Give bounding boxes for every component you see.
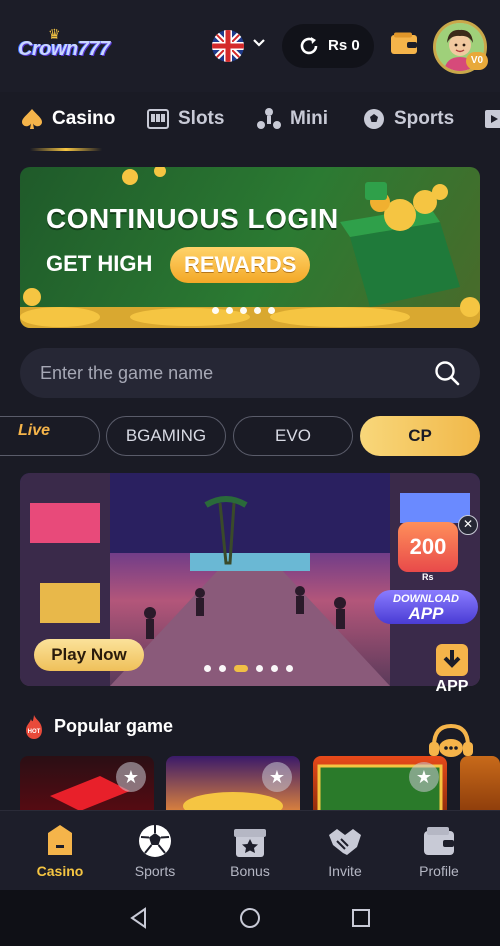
carousel-dot[interactable] — [240, 307, 247, 314]
download-app-label-bottom: APP — [408, 604, 444, 623]
play-icon — [485, 110, 500, 128]
balance-amount: Rs 0 — [328, 37, 360, 54]
download-bonus-amount: 200 — [409, 534, 447, 559]
category-tabs: Casino Slots Mini Sports — [0, 92, 500, 156]
tab-slots-label: Slots — [178, 108, 225, 129]
wallet-icon — [424, 827, 454, 855]
tab-sports[interactable]: Sports — [362, 106, 454, 132]
back-icon[interactable] — [128, 907, 150, 929]
app-label: APP — [435, 678, 469, 695]
nav-invite[interactable]: Invite — [295, 811, 395, 891]
nav-bonus[interactable]: Bonus — [200, 811, 300, 891]
app-download-button[interactable]: APP — [430, 642, 474, 696]
carousel-dot[interactable] — [256, 665, 263, 672]
carousel-dot-active[interactable] — [234, 665, 248, 672]
popular-games-title: Popular game — [54, 716, 174, 736]
provider-chip-evo[interactable]: EVO — [233, 416, 353, 456]
nav-profile[interactable]: Profile — [389, 811, 489, 891]
nav-casino-label: Casino — [36, 863, 84, 879]
vip-badge: V0 — [466, 52, 488, 70]
hot-label: HOT — [28, 729, 41, 735]
search-icon[interactable] — [434, 360, 460, 386]
nav-casino[interactable]: Casino — [10, 811, 110, 891]
carousel-dot[interactable] — [286, 665, 293, 672]
tab-slots[interactable]: Slots — [146, 106, 224, 132]
tab-mini-label: Mini — [290, 108, 328, 129]
carousel-dot[interactable] — [254, 307, 261, 314]
chevron-down-icon[interactable] — [252, 36, 266, 53]
favorite-star-icon[interactable]: ★ — [116, 762, 146, 792]
carousel-dot[interactable] — [212, 307, 219, 314]
promo-carousel-dots[interactable] — [204, 665, 293, 672]
provider-chip-cp[interactable]: CP — [360, 416, 480, 456]
logo-text: Crown777 — [18, 38, 110, 60]
tab-more[interactable] — [484, 106, 500, 132]
slot-machine-icon — [147, 109, 169, 129]
balance-pill[interactable]: Rs 0 — [282, 24, 374, 68]
tab-mini[interactable]: Mini — [256, 106, 328, 132]
banner-carousel-dots[interactable] — [212, 307, 275, 314]
tab-sports-label: Sports — [394, 108, 455, 129]
bottom-navigation: Casino Sports Bonus Invite Profile — [0, 810, 500, 890]
download-bonus-currency: Rs — [422, 572, 434, 582]
banner-title: CONTINUOUS LOGIN — [46, 203, 339, 234]
game-card[interactable]: ★ — [313, 756, 447, 816]
close-icon[interactable]: ✕ — [458, 515, 478, 535]
refresh-icon[interactable] — [298, 35, 320, 63]
mini-games-icon — [257, 108, 281, 129]
play-now-button[interactable]: Play Now — [34, 639, 144, 671]
favorite-star-icon[interactable]: ★ — [262, 762, 292, 792]
login-rewards-banner[interactable]: CONTINUOUS LOGIN GET HIGH REWARDS — [20, 167, 480, 328]
download-bonus-badge[interactable]: 200 — [398, 522, 458, 572]
tab-casino[interactable]: Casino — [20, 106, 115, 132]
nav-invite-label: Invite — [328, 863, 362, 879]
spade-icon — [22, 109, 42, 129]
download-icon — [436, 644, 468, 676]
banner-subtitle: GET HIGH — [46, 251, 153, 276]
search-bar — [20, 348, 480, 398]
carousel-dot[interactable] — [271, 665, 278, 672]
gift-icon — [234, 829, 266, 857]
game-card[interactable]: ★ — [166, 756, 300, 816]
flame-icon: HOT — [26, 715, 42, 739]
nav-sports-label: Sports — [134, 863, 176, 879]
carousel-dot[interactable] — [204, 665, 211, 672]
game-card[interactable]: ★ — [20, 756, 154, 816]
carousel-dot[interactable] — [219, 665, 226, 672]
download-app-button[interactable]: DOWNLOAD APP — [374, 590, 478, 624]
carousel-dot[interactable] — [226, 307, 233, 314]
provider-filter: Live BGAMING EVO CP — [0, 416, 500, 458]
home-icon[interactable] — [239, 907, 261, 929]
tab-casino-label: Casino — [52, 108, 116, 129]
logo[interactable]: ♛ Crown777 — [18, 26, 118, 66]
provider-chip-hidden[interactable] — [0, 416, 100, 456]
casino-icon — [48, 825, 72, 855]
soccer-ball-icon — [139, 825, 171, 857]
favorite-star-icon[interactable]: ★ — [409, 762, 439, 792]
carousel-dot[interactable] — [268, 307, 275, 314]
banner-rewards-pill: REWARDS — [170, 247, 311, 283]
soccer-ball-icon — [364, 109, 384, 129]
nav-bonus-label: Bonus — [230, 863, 270, 879]
recents-icon[interactable] — [350, 907, 372, 929]
wallet-icon[interactable] — [390, 32, 418, 56]
system-navigation-bar — [0, 890, 500, 946]
handshake-icon — [329, 829, 361, 855]
game-card[interactable] — [460, 756, 500, 816]
active-tab-indicator — [30, 148, 102, 151]
provider-chip-bgaming[interactable]: BGAMING — [106, 416, 226, 456]
nav-sports[interactable]: Sports — [105, 811, 205, 891]
uk-flag-icon[interactable] — [212, 30, 244, 62]
nav-profile-label: Profile — [419, 863, 459, 879]
search-input[interactable] — [40, 348, 420, 398]
app-header: ♛ Crown777 Rs 0 V0 — [0, 0, 500, 92]
